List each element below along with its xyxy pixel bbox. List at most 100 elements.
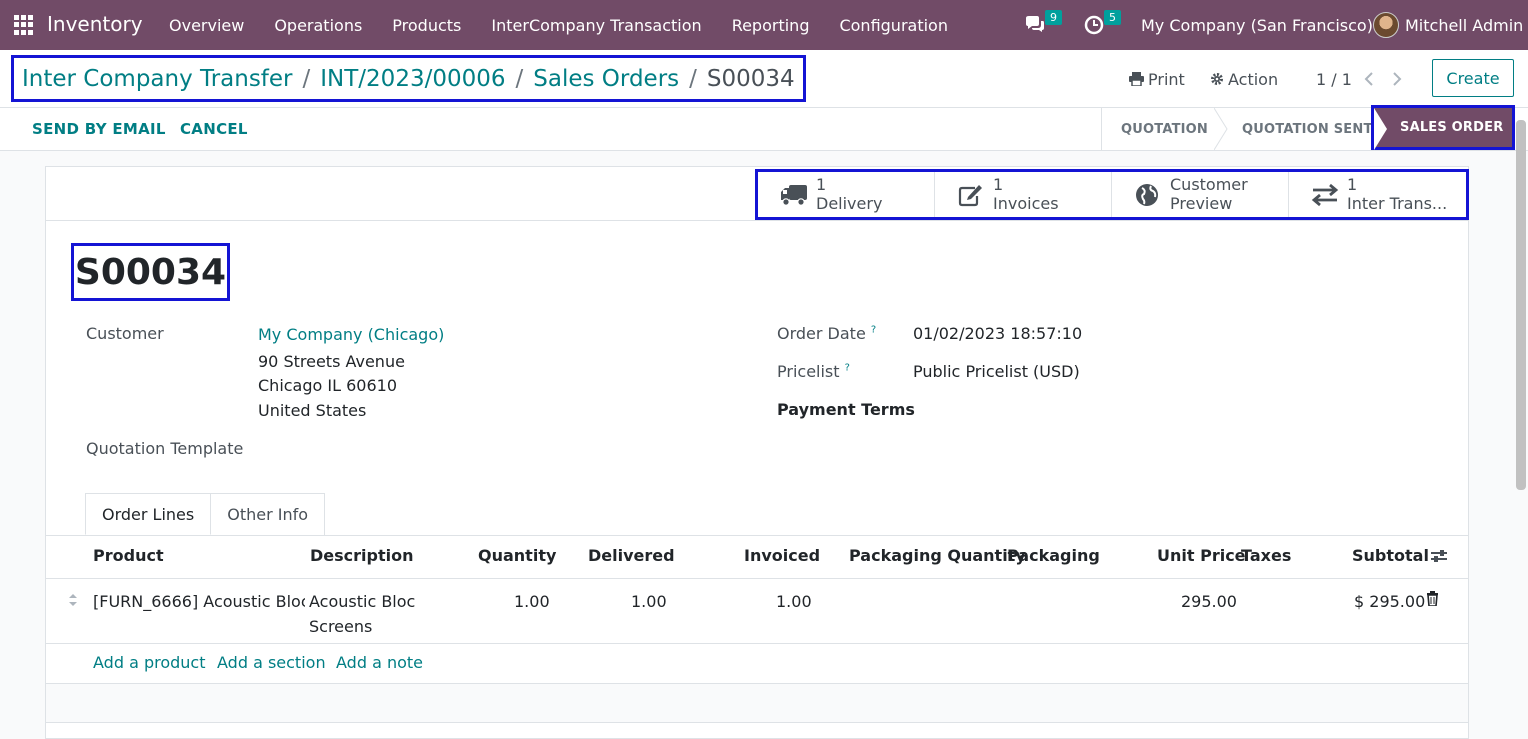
- status-bar: SEND BY EMAIL CANCEL QUOTATION QUOTATION…: [0, 105, 1528, 151]
- delivery-smart-button[interactable]: 1 Delivery: [758, 172, 935, 217]
- stage-sales-order[interactable]: SALES ORDER: [1371, 105, 1515, 150]
- add-product-link[interactable]: Add a product: [93, 653, 206, 672]
- address-line: Chicago IL 60610: [258, 376, 398, 395]
- column-header-packaging[interactable]: Packaging: [1007, 546, 1100, 565]
- customer-preview-line2: Preview: [1170, 194, 1233, 213]
- breadcrumb-separator: /: [689, 65, 697, 92]
- tab-order-lines[interactable]: Order Lines: [85, 493, 212, 535]
- send-by-email-button[interactable]: SEND BY EMAIL: [32, 120, 166, 138]
- chevron-left-icon: [1364, 72, 1373, 86]
- stage-quotation-sent[interactable]: QUOTATION SENT: [1242, 108, 1373, 150]
- menu-item-products[interactable]: Products: [377, 16, 476, 35]
- line-description-text: Acoustic Bloc: [309, 592, 416, 611]
- menu-item-reporting[interactable]: Reporting: [717, 16, 825, 35]
- line-description[interactable]: Acoustic Bloc Screens: [309, 589, 415, 639]
- order-lines-table: Product Description Quantity Delivered I…: [46, 535, 1468, 672]
- pager-next[interactable]: [1392, 50, 1402, 108]
- pager-value[interactable]: 1 / 1: [1316, 50, 1352, 108]
- table-footer: [46, 683, 1468, 723]
- breadcrumb-separator: /: [302, 65, 311, 92]
- user-name: Mitchell Admin: [1405, 15, 1524, 35]
- globe-icon: [1136, 184, 1158, 206]
- column-header-product[interactable]: Product: [93, 546, 164, 565]
- record-title: S00034: [71, 243, 230, 301]
- add-note-link[interactable]: Add a note: [336, 653, 423, 672]
- customer-preview-line1: Customer: [1170, 175, 1248, 194]
- apps-menu-icon[interactable]: [14, 15, 34, 35]
- column-header-quantity[interactable]: Quantity: [478, 546, 556, 565]
- add-section-link[interactable]: Add a section: [217, 653, 326, 672]
- exchange-icon: [1311, 183, 1339, 207]
- line-delivered[interactable]: 1.00: [631, 589, 667, 614]
- address-line: United States: [258, 401, 367, 420]
- stage-arrow-icon: [1214, 108, 1228, 150]
- vertical-scrollbar[interactable]: [1516, 120, 1526, 490]
- column-header-unit-price[interactable]: Unit Price: [1157, 546, 1246, 565]
- user-menu[interactable]: Mitchell Admin: [1373, 0, 1523, 50]
- breadcrumb-item-transfer-ref[interactable]: INT/2023/00006: [320, 66, 505, 92]
- control-panel: Inter Company Transfer / INT/2023/00006 …: [0, 50, 1528, 108]
- company-switcher[interactable]: My Company (San Francisco): [1141, 0, 1373, 50]
- help-tooltip-icon[interactable]: ?: [845, 363, 850, 374]
- chat-icon: [1026, 16, 1044, 32]
- column-header-packaging-quantity[interactable]: Packaging Quantity: [849, 546, 1026, 565]
- line-description-text: Screens: [309, 617, 373, 636]
- column-header-delivered[interactable]: Delivered: [588, 546, 675, 565]
- column-header-invoiced[interactable]: Invoiced: [744, 546, 820, 565]
- app-name[interactable]: Inventory: [47, 12, 143, 36]
- gear-icon: [1211, 73, 1223, 85]
- notebook-tabs: Order Lines Other Info: [85, 493, 326, 535]
- trash-icon[interactable]: [1426, 591, 1439, 606]
- customer-link[interactable]: My Company (Chicago): [258, 325, 444, 344]
- column-header-description[interactable]: Description: [310, 546, 413, 565]
- column-header-subtotal[interactable]: Subtotal: [1352, 546, 1429, 565]
- inter-transfer-label: Inter Trans...: [1347, 194, 1448, 213]
- cancel-button[interactable]: CANCEL: [180, 120, 248, 138]
- breadcrumb-item-sales-orders[interactable]: Sales Orders: [533, 66, 679, 92]
- customer-preview-smart-button[interactable]: Customer Preview: [1112, 172, 1289, 217]
- column-header-taxes[interactable]: Taxes: [1241, 546, 1291, 565]
- customer-label: Customer: [86, 324, 164, 343]
- stage-quotation[interactable]: QUOTATION: [1121, 108, 1208, 150]
- breadcrumb: Inter Company Transfer / INT/2023/00006 …: [11, 55, 806, 102]
- quotation-template-label: Quotation Template: [86, 439, 244, 458]
- address-line: 90 Streets Avenue: [258, 352, 405, 371]
- optional-columns-icon[interactable]: [1430, 548, 1448, 564]
- order-date-label: Order Date ?: [777, 324, 876, 343]
- drag-handle-icon[interactable]: [68, 593, 78, 607]
- inter-transfer-smart-button[interactable]: 1 Inter Trans...: [1289, 172, 1466, 217]
- line-quantity[interactable]: 1.00: [514, 589, 550, 614]
- delivery-count: 1: [816, 175, 827, 194]
- pencil-square-icon: [958, 185, 982, 207]
- pager-previous[interactable]: [1364, 50, 1374, 108]
- menu-item-operations[interactable]: Operations: [259, 16, 377, 35]
- order-date-label-text: Order Date: [777, 324, 866, 343]
- table-row[interactable]: [FURN_6666] Acoustic Bloc S Acoustic Blo…: [46, 578, 1468, 644]
- invoices-count: 1: [993, 175, 1004, 194]
- clock-icon: [1084, 15, 1104, 35]
- payment-terms-label: Payment Terms: [777, 400, 915, 419]
- menu-item-overview[interactable]: Overview: [154, 16, 259, 35]
- breadcrumb-item-inter-company-transfer[interactable]: Inter Company Transfer: [22, 66, 293, 92]
- menu-item-intercompany-transaction[interactable]: InterCompany Transaction: [476, 16, 716, 35]
- tab-other-info[interactable]: Other Info: [211, 493, 326, 535]
- print-label: Print: [1148, 69, 1185, 89]
- line-product[interactable]: [FURN_6666] Acoustic Bloc S: [93, 589, 305, 614]
- smart-button-box: 1 Delivery 1 Invoices Customer Preview 1…: [755, 169, 1469, 220]
- help-tooltip-icon[interactable]: ?: [871, 325, 876, 336]
- pricelist-label: Pricelist ?: [777, 362, 850, 381]
- action-button[interactable]: Action: [1210, 50, 1278, 108]
- print-button[interactable]: Print: [1129, 50, 1185, 108]
- invoices-label: Invoices: [993, 194, 1059, 213]
- invoices-smart-button[interactable]: 1 Invoices: [935, 172, 1112, 217]
- order-date-value: 01/02/2023 18:57:10: [913, 324, 1083, 343]
- menu-item-configuration[interactable]: Configuration: [824, 16, 963, 35]
- stage-arrow-icon: [1374, 108, 1387, 150]
- activities-menu[interactable]: [1084, 0, 1104, 50]
- breadcrumb-separator: /: [515, 65, 524, 92]
- delivery-label: Delivery: [816, 194, 883, 213]
- main-menu: Overview Operations Products InterCompan…: [154, 0, 963, 50]
- line-unit-price[interactable]: 295.00: [1181, 589, 1237, 614]
- messages-menu[interactable]: [1024, 0, 1046, 50]
- create-button[interactable]: Create: [1432, 59, 1514, 97]
